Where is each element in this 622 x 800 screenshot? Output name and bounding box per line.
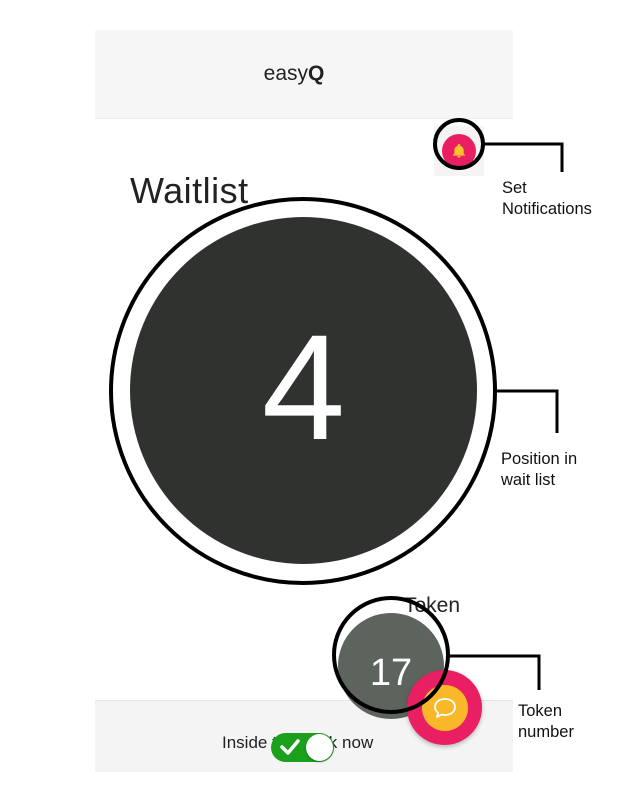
annotation-token: Token number xyxy=(518,701,574,743)
app-title-plain: easy xyxy=(263,62,308,85)
annotation-token-line2: number xyxy=(518,723,574,741)
chat-bubble-icon xyxy=(433,697,456,718)
waitlist-position-number: 4 xyxy=(261,302,346,471)
toggle-knob xyxy=(306,734,333,761)
app-title: easyQ xyxy=(264,62,325,86)
notifications-button[interactable] xyxy=(434,126,484,176)
chat-button[interactable] xyxy=(407,670,482,745)
token-number: 17 xyxy=(369,651,413,694)
checkmark-icon xyxy=(280,739,300,755)
annotation-position: Position in wait list xyxy=(501,449,577,491)
notifications-badge xyxy=(442,134,476,168)
bell-icon xyxy=(453,144,465,158)
waitlist-position-circle: 4 xyxy=(130,217,477,564)
annotation-position-line1: Position in xyxy=(501,450,578,468)
annotation-position-line2: wait list xyxy=(501,471,556,489)
annotation-token-line1: Token xyxy=(518,702,563,720)
annotation-notifications-line2: Notifications xyxy=(502,200,592,218)
app-bar: easyQ xyxy=(95,30,513,119)
annotation-notifications: Set Notifications xyxy=(502,178,592,220)
phone-screen: easyQ Waitlist 4 Token Inside the bank n… xyxy=(95,30,513,772)
annotation-notifications-line1: Set xyxy=(502,179,527,197)
token-label: Token xyxy=(404,594,461,617)
chat-button-inner xyxy=(421,684,468,731)
inside-bank-toggle[interactable] xyxy=(271,733,334,762)
page-title: Waitlist xyxy=(130,170,249,211)
app-title-bold: Q xyxy=(308,62,325,85)
